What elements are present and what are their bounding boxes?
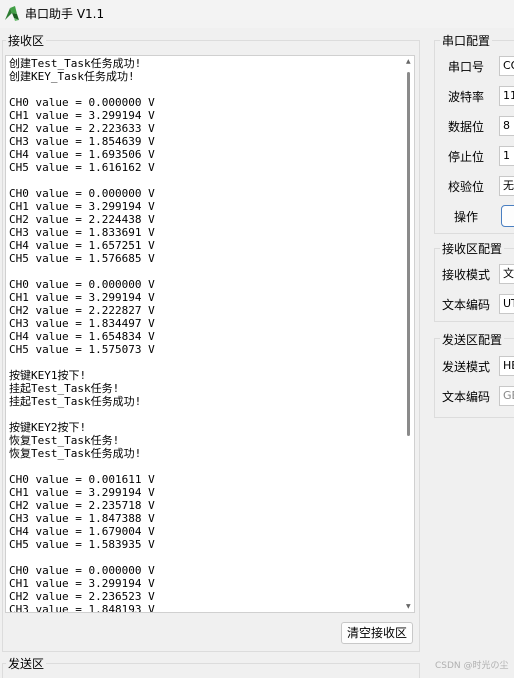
log-line: CH4 value = 1.679004 V bbox=[9, 525, 155, 538]
baud-select[interactable]: 11 bbox=[499, 86, 514, 106]
receive-mode-label: 接收模式 bbox=[442, 268, 491, 282]
log-line: 按键KEY2按下! bbox=[9, 421, 87, 434]
log-line: CH4 value = 1.693506 V bbox=[9, 148, 155, 161]
log-line: 创建KEY_Task任务成功! bbox=[9, 70, 135, 83]
stopbits-select[interactable]: 1 bbox=[499, 146, 514, 166]
open-port-button[interactable] bbox=[501, 205, 514, 227]
watermark: CSDN @时光の尘 bbox=[435, 661, 509, 671]
log-line: CH4 value = 1.654834 V bbox=[9, 330, 155, 343]
log-line: CH2 value = 2.222827 V bbox=[9, 304, 155, 317]
serial-config-title: 串口配置 bbox=[440, 32, 493, 49]
log-line: CH4 value = 1.657251 V bbox=[9, 239, 155, 252]
log-line: CH3 value = 1.847388 V bbox=[9, 512, 155, 525]
stopbits-label: 停止位 bbox=[448, 150, 485, 164]
log-line: CH1 value = 3.299194 V bbox=[9, 486, 155, 499]
log-line: CH0 value = 0.000000 V bbox=[9, 96, 155, 109]
receive-config-title: 接收区配置 bbox=[440, 240, 505, 257]
port-label: 串口号 bbox=[448, 60, 485, 74]
receive-group-title: 接收区 bbox=[6, 32, 47, 49]
send-config-title: 发送区配置 bbox=[440, 331, 505, 348]
receive-scrollbar[interactable]: ▲ ▼ bbox=[406, 58, 412, 610]
log-line: 按键KEY1按下! bbox=[9, 369, 87, 382]
log-line: CH0 value = 0.001611 V bbox=[9, 473, 155, 486]
log-line: CH2 value = 2.223633 V bbox=[9, 122, 155, 135]
databits-select[interactable]: 8 bbox=[499, 116, 514, 136]
send-mode-select[interactable]: HE bbox=[499, 356, 514, 376]
log-line: 挂起Test_Task任务成功! bbox=[9, 395, 142, 408]
log-line: 创建Test_Task任务成功! bbox=[9, 57, 142, 70]
log-line: CH3 value = 1.833691 V bbox=[9, 226, 155, 239]
receive-mode-select[interactable]: 文 bbox=[499, 264, 514, 284]
parity-label: 校验位 bbox=[448, 180, 485, 194]
send-encoding-label: 文本编码 bbox=[442, 390, 491, 404]
log-line: CH1 value = 3.299194 V bbox=[9, 577, 155, 590]
log-line: CH3 value = 1.834497 V bbox=[9, 317, 155, 330]
log-line: CH2 value = 2.236523 V bbox=[9, 590, 155, 603]
app-logo-icon bbox=[5, 6, 19, 21]
log-line: CH0 value = 0.000000 V bbox=[9, 187, 155, 200]
scroll-thumb[interactable] bbox=[407, 72, 410, 436]
receive-textbox[interactable]: 创建Test_Task任务成功! 创建KEY_Task任务成功! CH0 valu… bbox=[5, 55, 415, 613]
send-encoding-select[interactable]: GE bbox=[499, 386, 514, 406]
send-config-group bbox=[434, 338, 514, 418]
log-line: CH0 value = 0.000000 V bbox=[9, 564, 155, 577]
receive-log: 创建Test_Task任务成功! 创建KEY_Task任务成功! CH0 valu… bbox=[9, 57, 155, 613]
databits-label: 数据位 bbox=[448, 120, 485, 134]
scroll-down-arrow-icon[interactable]: ▼ bbox=[406, 603, 411, 610]
clear-receive-button[interactable]: 清空接收区 bbox=[341, 622, 413, 644]
log-line: CH2 value = 2.224438 V bbox=[9, 213, 155, 226]
log-line: 挂起Test_Task任务! bbox=[9, 382, 120, 395]
log-line: CH0 value = 0.000000 V bbox=[9, 278, 155, 291]
log-line: CH5 value = 1.583935 V bbox=[9, 538, 155, 551]
log-line: CH2 value = 2.235718 V bbox=[9, 499, 155, 512]
parity-select[interactable]: 无 bbox=[499, 176, 514, 196]
log-line: CH3 value = 1.848193 V bbox=[9, 603, 155, 613]
baud-label: 波特率 bbox=[448, 90, 485, 104]
window-title: 串口助手 V1.1 bbox=[25, 7, 105, 21]
log-line: 恢复Test_Task任务成功! bbox=[9, 447, 142, 460]
title-bar: 串口助手 V1.1 bbox=[0, 0, 514, 28]
log-line: CH5 value = 1.575073 V bbox=[9, 343, 155, 356]
log-line: CH5 value = 1.616162 V bbox=[9, 161, 155, 174]
send-mode-label: 发送模式 bbox=[442, 360, 491, 374]
send-group-title: 发送区 bbox=[6, 655, 47, 672]
log-line: CH1 value = 3.299194 V bbox=[9, 109, 155, 122]
send-group bbox=[2, 663, 420, 678]
scroll-up-arrow-icon[interactable]: ▲ bbox=[406, 58, 411, 65]
log-line: 恢复Test_Task任务! bbox=[9, 434, 120, 447]
receive-encoding-select[interactable]: UT bbox=[499, 294, 514, 314]
port-select[interactable]: CO bbox=[499, 56, 514, 76]
log-line: CH5 value = 1.576685 V bbox=[9, 252, 155, 265]
log-line: CH1 value = 3.299194 V bbox=[9, 291, 155, 304]
log-line: CH1 value = 3.299194 V bbox=[9, 200, 155, 213]
receive-encoding-label: 文本编码 bbox=[442, 298, 491, 312]
operation-label: 操作 bbox=[454, 210, 479, 224]
log-line: CH3 value = 1.854639 V bbox=[9, 135, 155, 148]
